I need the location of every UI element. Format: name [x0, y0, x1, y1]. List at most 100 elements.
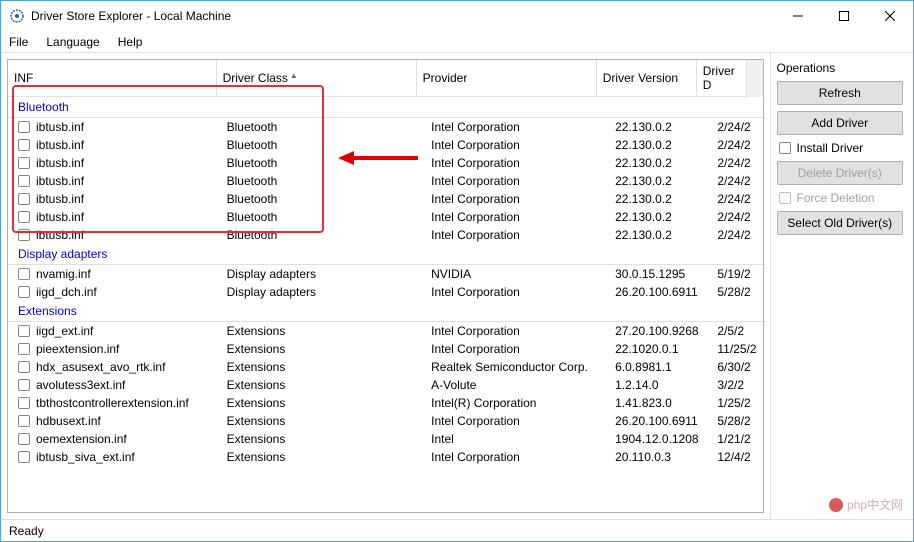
cell-provider: Intel Corporation [425, 118, 609, 137]
titlebar: Driver Store Explorer - Local Machine [1, 1, 913, 31]
cell-date: 2/24/2 [711, 136, 762, 154]
table-row[interactable]: hdbusext.infExtensionsIntel Corporation2… [8, 412, 763, 430]
column-header-provider[interactable]: Provider [416, 60, 596, 97]
row-checkbox[interactable] [18, 268, 30, 280]
install-driver-checkbox[interactable]: Install Driver [779, 141, 904, 155]
column-header-driver-date[interactable]: Driver D [696, 60, 746, 97]
row-checkbox[interactable] [18, 343, 30, 355]
table-row[interactable]: ibtusb.infBluetoothIntel Corporation22.1… [8, 172, 763, 190]
cell-version: 27.20.100.9268 [609, 322, 711, 341]
cell-class: Bluetooth [221, 208, 425, 226]
table-row[interactable]: oemextension.infExtensionsIntel1904.12.0… [8, 430, 763, 448]
close-button[interactable] [867, 1, 913, 31]
grid-panel: INF Driver Class▲ Provider Driver Versio… [1, 53, 770, 519]
cell-inf: pieextension.inf [36, 342, 119, 356]
cell-inf: hdbusext.inf [36, 414, 101, 428]
row-checkbox[interactable] [18, 325, 30, 337]
watermark: php中文网 [829, 496, 903, 513]
cell-version: 26.20.100.6911 [609, 283, 711, 301]
group-header[interactable]: Bluetooth [8, 97, 763, 118]
sort-indicator-icon: ▲ [290, 71, 298, 80]
cell-class: Bluetooth [221, 190, 425, 208]
cell-provider: Intel Corporation [425, 190, 609, 208]
cell-date: 2/24/2 [711, 154, 762, 172]
force-deletion-checkbox[interactable]: Force Deletion [779, 191, 904, 205]
cell-date: 6/30/2 [711, 358, 762, 376]
group-header[interactable]: Extensions [8, 301, 763, 322]
table-row[interactable]: nvamig.infDisplay adaptersNVIDIA30.0.15.… [8, 265, 763, 284]
row-checkbox[interactable] [18, 229, 30, 241]
cell-version: 22.1020.0.1 [609, 340, 711, 358]
minimize-button[interactable] [775, 1, 821, 31]
status-text: Ready [9, 524, 44, 538]
row-checkbox[interactable] [18, 379, 30, 391]
select-old-drivers-button[interactable]: Select Old Driver(s) [777, 211, 904, 235]
cell-class: Extensions [221, 430, 425, 448]
cell-version: 22.130.0.2 [609, 118, 711, 137]
cell-provider: Intel(R) Corporation [425, 394, 609, 412]
cell-inf: tbthostcontrollerextension.inf [36, 396, 189, 410]
refresh-button[interactable]: Refresh [777, 81, 904, 105]
column-header-driver-class[interactable]: Driver Class▲ [216, 60, 416, 97]
table-row[interactable]: ibtusb.infBluetoothIntel Corporation22.1… [8, 226, 763, 244]
cell-class: Bluetooth [221, 172, 425, 190]
column-header-inf[interactable]: INF [8, 60, 216, 97]
table-row[interactable]: iigd_ext.infExtensionsIntel Corporation2… [8, 322, 763, 341]
cell-version: 1.2.14.0 [609, 376, 711, 394]
window-buttons [775, 1, 913, 31]
maximize-button[interactable] [821, 1, 867, 31]
table-row[interactable]: pieextension.infExtensionsIntel Corporat… [8, 340, 763, 358]
row-checkbox[interactable] [18, 286, 30, 298]
row-checkbox[interactable] [18, 175, 30, 187]
menubar: File Language Help [1, 31, 913, 53]
row-checkbox[interactable] [18, 193, 30, 205]
cell-provider: Intel Corporation [425, 322, 609, 341]
table-row[interactable]: tbthostcontrollerextension.infExtensions… [8, 394, 763, 412]
table-row[interactable]: avolutess3ext.infExtensionsA-Volute1.2.1… [8, 376, 763, 394]
cell-date: 2/24/2 [711, 172, 762, 190]
cell-inf: iigd_ext.inf [36, 324, 93, 338]
operations-panel: Operations Refresh Add Driver Install Dr… [770, 53, 914, 519]
row-checkbox[interactable] [18, 157, 30, 169]
menu-file[interactable]: File [9, 35, 28, 49]
cell-inf: avolutess3ext.inf [36, 378, 125, 392]
cell-date: 5/19/2 [711, 265, 762, 284]
cell-date: 2/24/2 [711, 226, 762, 244]
cell-date: 2/24/2 [711, 190, 762, 208]
group-header[interactable]: Display adapters [8, 244, 763, 265]
cell-version: 1904.12.0.1208 [609, 430, 711, 448]
row-checkbox[interactable] [18, 121, 30, 133]
cell-provider: Intel Corporation [425, 283, 609, 301]
row-checkbox[interactable] [18, 397, 30, 409]
row-checkbox[interactable] [18, 211, 30, 223]
delete-drivers-button[interactable]: Delete Driver(s) [777, 161, 904, 185]
add-driver-button[interactable]: Add Driver [777, 111, 904, 135]
window-title: Driver Store Explorer - Local Machine [31, 9, 775, 23]
row-checkbox[interactable] [18, 433, 30, 445]
menu-help[interactable]: Help [118, 35, 143, 49]
cell-date: 5/28/2 [711, 283, 762, 301]
table-row[interactable]: ibtusb.infBluetoothIntel Corporation22.1… [8, 208, 763, 226]
cell-inf: hdx_asusext_avo_rtk.inf [36, 360, 165, 374]
cell-class: Extensions [221, 376, 425, 394]
table-row[interactable]: ibtusb.infBluetoothIntel Corporation22.1… [8, 118, 763, 137]
table-row[interactable]: iigd_dch.infDisplay adaptersIntel Corpor… [8, 283, 763, 301]
cell-version: 6.0.8981.1 [609, 358, 711, 376]
cell-class: Extensions [221, 448, 425, 466]
cell-date: 1/25/2 [711, 394, 762, 412]
table-row[interactable]: ibtusb_siva_ext.infExtensionsIntel Corpo… [8, 448, 763, 466]
table-row[interactable]: ibtusb.infBluetoothIntel Corporation22.1… [8, 190, 763, 208]
cell-provider: Realtek Semiconductor Corp. [425, 358, 609, 376]
cell-provider: Intel [425, 430, 609, 448]
cell-provider: Intel Corporation [425, 154, 609, 172]
table-row[interactable]: hdx_asusext_avo_rtk.inf ExtensionsRealtek… [8, 358, 763, 376]
row-checkbox[interactable] [18, 361, 30, 373]
cell-version: 26.20.100.6911 [609, 412, 711, 430]
menu-language[interactable]: Language [46, 35, 99, 49]
row-checkbox[interactable] [18, 139, 30, 151]
cell-class: Extensions [221, 358, 425, 376]
row-checkbox[interactable] [18, 451, 30, 463]
cell-provider: Intel Corporation [425, 412, 609, 430]
row-checkbox[interactable] [18, 415, 30, 427]
column-header-driver-version[interactable]: Driver Version [596, 60, 696, 97]
